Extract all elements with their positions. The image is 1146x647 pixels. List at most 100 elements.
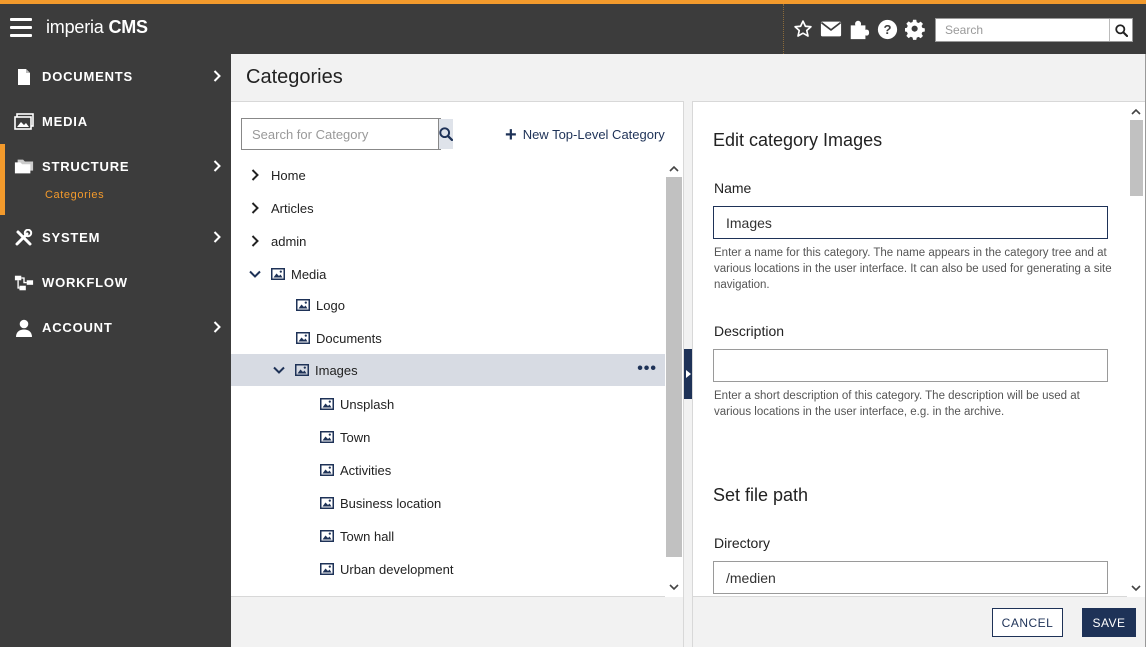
sidebar-subitem-label: Categories	[45, 189, 105, 201]
nav-group-structure: STRUCTURE Categories	[0, 144, 231, 215]
puzzle-icon[interactable]	[848, 18, 870, 40]
tree-row[interactable]: Business location	[231, 487, 665, 519]
chevron-right-icon[interactable]	[248, 234, 262, 248]
tree-row[interactable]: Urban development	[231, 553, 665, 585]
tree-row-label: admin	[271, 233, 307, 249]
tree-row[interactable]: Images •••	[231, 354, 665, 386]
sidebar-item-label: STRUCTURE	[42, 159, 130, 174]
tree-scrollbar[interactable]	[665, 159, 683, 597]
image-category-icon	[320, 530, 334, 542]
category-search-input[interactable]	[242, 119, 438, 149]
tree-row[interactable]: Articles	[231, 192, 665, 224]
category-tree: Home Articles admin Media Logo Documents Image…	[231, 159, 665, 595]
topbar-divider	[783, 4, 784, 54]
edit-panel-scrollbar-thumb[interactable]	[1130, 120, 1143, 196]
image-category-icon	[320, 497, 334, 509]
menu-icon[interactable]	[10, 18, 32, 38]
sidebar-item-label: ACCOUNT	[42, 320, 113, 335]
tree-row[interactable]: admin	[231, 225, 665, 257]
sidebar-item-label: WORKFLOW	[42, 275, 128, 290]
more-options-icon[interactable]: •••	[637, 361, 657, 377]
gear-icon[interactable]	[904, 18, 926, 40]
cancel-button[interactable]: CANCEL	[992, 608, 1063, 637]
directory-field[interactable]	[713, 561, 1108, 594]
search-icon[interactable]	[438, 119, 453, 149]
name-label: Name	[714, 180, 752, 196]
tree-row-label: Media	[291, 266, 327, 282]
mail-icon[interactable]	[820, 18, 842, 40]
sidebar: DOCUMENTS MEDIA STRUCTURE Categories SYS…	[0, 54, 231, 647]
sidebar-item-workflow[interactable]: WORKFLOW	[0, 260, 231, 305]
sidebar-item-media[interactable]: MEDIA	[0, 99, 231, 144]
brand-name: imperia	[46, 17, 104, 37]
tree-row[interactable]: Town	[231, 421, 665, 453]
sidebar-item-system[interactable]: SYSTEM	[0, 215, 231, 260]
tree-row-label: Articles	[271, 200, 314, 216]
tree-row-label: Urban development	[340, 561, 454, 577]
chevron-right-icon[interactable]	[248, 201, 262, 215]
tree-row-label: Unsplash	[340, 396, 395, 412]
tree-row-label: Town	[340, 429, 371, 445]
tree-row[interactable]: Home	[231, 159, 665, 191]
tree-row[interactable]: Logo	[231, 289, 665, 321]
image-category-icon	[296, 332, 310, 344]
description-label: Description	[714, 323, 785, 339]
edit-heading: Edit category Images	[713, 130, 883, 150]
edit-panel-scrollbar[interactable]	[1127, 101, 1145, 597]
chevron-down-icon[interactable]	[1130, 582, 1142, 594]
directory-label: Directory	[714, 535, 771, 551]
user-icon	[14, 318, 34, 338]
sidebar-subitem-categories[interactable]: Categories	[5, 189, 231, 215]
description-help-text: Enter a short description of this catego…	[714, 390, 1080, 418]
nav-group-media: MEDIA	[0, 99, 231, 144]
main-area: Categories + New Top-Level Category Home…	[231, 54, 1146, 647]
save-button[interactable]: SAVE	[1082, 608, 1136, 637]
chevron-down-icon[interactable]	[248, 267, 262, 281]
tree-row[interactable]: Unsplash	[231, 388, 665, 420]
chevron-up-icon[interactable]	[1130, 105, 1142, 117]
image-category-icon	[320, 431, 334, 443]
description-field[interactable]	[713, 349, 1108, 382]
help-icon[interactable]: ?	[876, 18, 898, 40]
app-logo: imperia CMS	[46, 17, 148, 38]
collapse-panel-handle[interactable]	[684, 349, 692, 399]
chevron-up-icon[interactable]	[668, 162, 680, 174]
global-search-input[interactable]	[936, 19, 1109, 41]
chevron-right-icon	[213, 230, 221, 248]
document-icon	[14, 67, 34, 87]
tree-row[interactable]: Activities	[231, 454, 665, 486]
tree-row-label: Business location	[340, 495, 442, 511]
chevron-right-icon	[213, 159, 221, 177]
tree-scrollbar-thumb[interactable]	[666, 177, 682, 557]
tree-row-label: Town hall	[340, 528, 395, 544]
tree-row-label: Logo	[316, 297, 345, 313]
sidebar-item-label: MEDIA	[42, 114, 88, 129]
tree-row[interactable]: Town hall	[231, 520, 665, 552]
sidebar-item-account[interactable]: ACCOUNT	[0, 305, 231, 350]
name-field[interactable]	[713, 206, 1108, 239]
tree-row[interactable]: Documents	[231, 322, 665, 354]
sidebar-item-label: SYSTEM	[42, 230, 101, 245]
star-icon[interactable]	[792, 18, 814, 40]
sidebar-item-structure[interactable]: STRUCTURE	[5, 144, 231, 189]
name-help-text: Enter a name for this category. The name…	[714, 247, 1112, 291]
image-category-icon	[295, 364, 309, 376]
image-category-icon	[320, 464, 334, 476]
chevron-right-icon[interactable]	[248, 168, 262, 182]
tree-row[interactable]: Media	[231, 258, 665, 290]
chevron-right-icon	[213, 320, 221, 338]
search-icon[interactable]	[1109, 19, 1132, 41]
new-top-level-category-button[interactable]: + New Top-Level Category	[505, 123, 665, 146]
plus-icon: +	[505, 123, 517, 146]
category-search	[241, 118, 453, 150]
chevron-down-icon[interactable]	[272, 363, 286, 377]
sidebar-item-documents[interactable]: DOCUMENTS	[0, 54, 231, 99]
chevron-down-icon[interactable]	[668, 581, 680, 593]
file-path-heading: Set file path	[713, 485, 809, 505]
